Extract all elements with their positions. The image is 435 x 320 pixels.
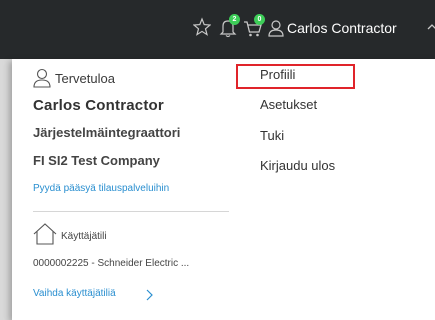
header-user-name[interactable]: Carlos Contractor <box>287 20 397 36</box>
star-icon[interactable] <box>193 17 211 41</box>
notification-badge: 2 <box>229 14 240 25</box>
divider <box>33 211 229 212</box>
home-icon <box>33 223 57 250</box>
bell-icon[interactable]: 2 <box>218 14 240 41</box>
profile-role: Järjestelmäintegraattori <box>33 125 181 140</box>
cart-icon[interactable]: 0 <box>243 14 265 41</box>
greeting-text: Tervetuloa <box>55 71 115 86</box>
account-value: 0000002225 - Schneider Electric ... <box>33 258 190 269</box>
highlight-box <box>236 64 355 89</box>
user-dropdown-panel: Tervetuloa Carlos Contractor Järjestelmä… <box>12 59 435 320</box>
user-outline-icon <box>33 68 51 93</box>
menu-item-logout[interactable]: Kirjaudu ulos <box>260 158 335 173</box>
frame-edge <box>0 59 12 320</box>
cart-badge: 0 <box>254 14 265 25</box>
request-access-link[interactable]: Pyydä pääsyä tilauspalveluihin <box>33 183 169 194</box>
profile-name: Carlos Contractor <box>33 97 164 114</box>
profile-company: FI SI2 Test Company <box>33 153 160 168</box>
menu-item-settings[interactable]: Asetukset <box>260 97 317 112</box>
user-icon[interactable] <box>268 19 284 43</box>
switch-account-link[interactable]: Vaihda käyttäjätiliä <box>33 288 116 299</box>
chevron-right-icon[interactable] <box>145 285 153 301</box>
menu-item-support[interactable]: Tuki <box>260 128 284 143</box>
account-label: Käyttäjätili <box>61 231 107 242</box>
top-bar: 2 0 Carlos Contractor <box>0 0 435 59</box>
chevron-up-icon[interactable] <box>426 21 435 45</box>
